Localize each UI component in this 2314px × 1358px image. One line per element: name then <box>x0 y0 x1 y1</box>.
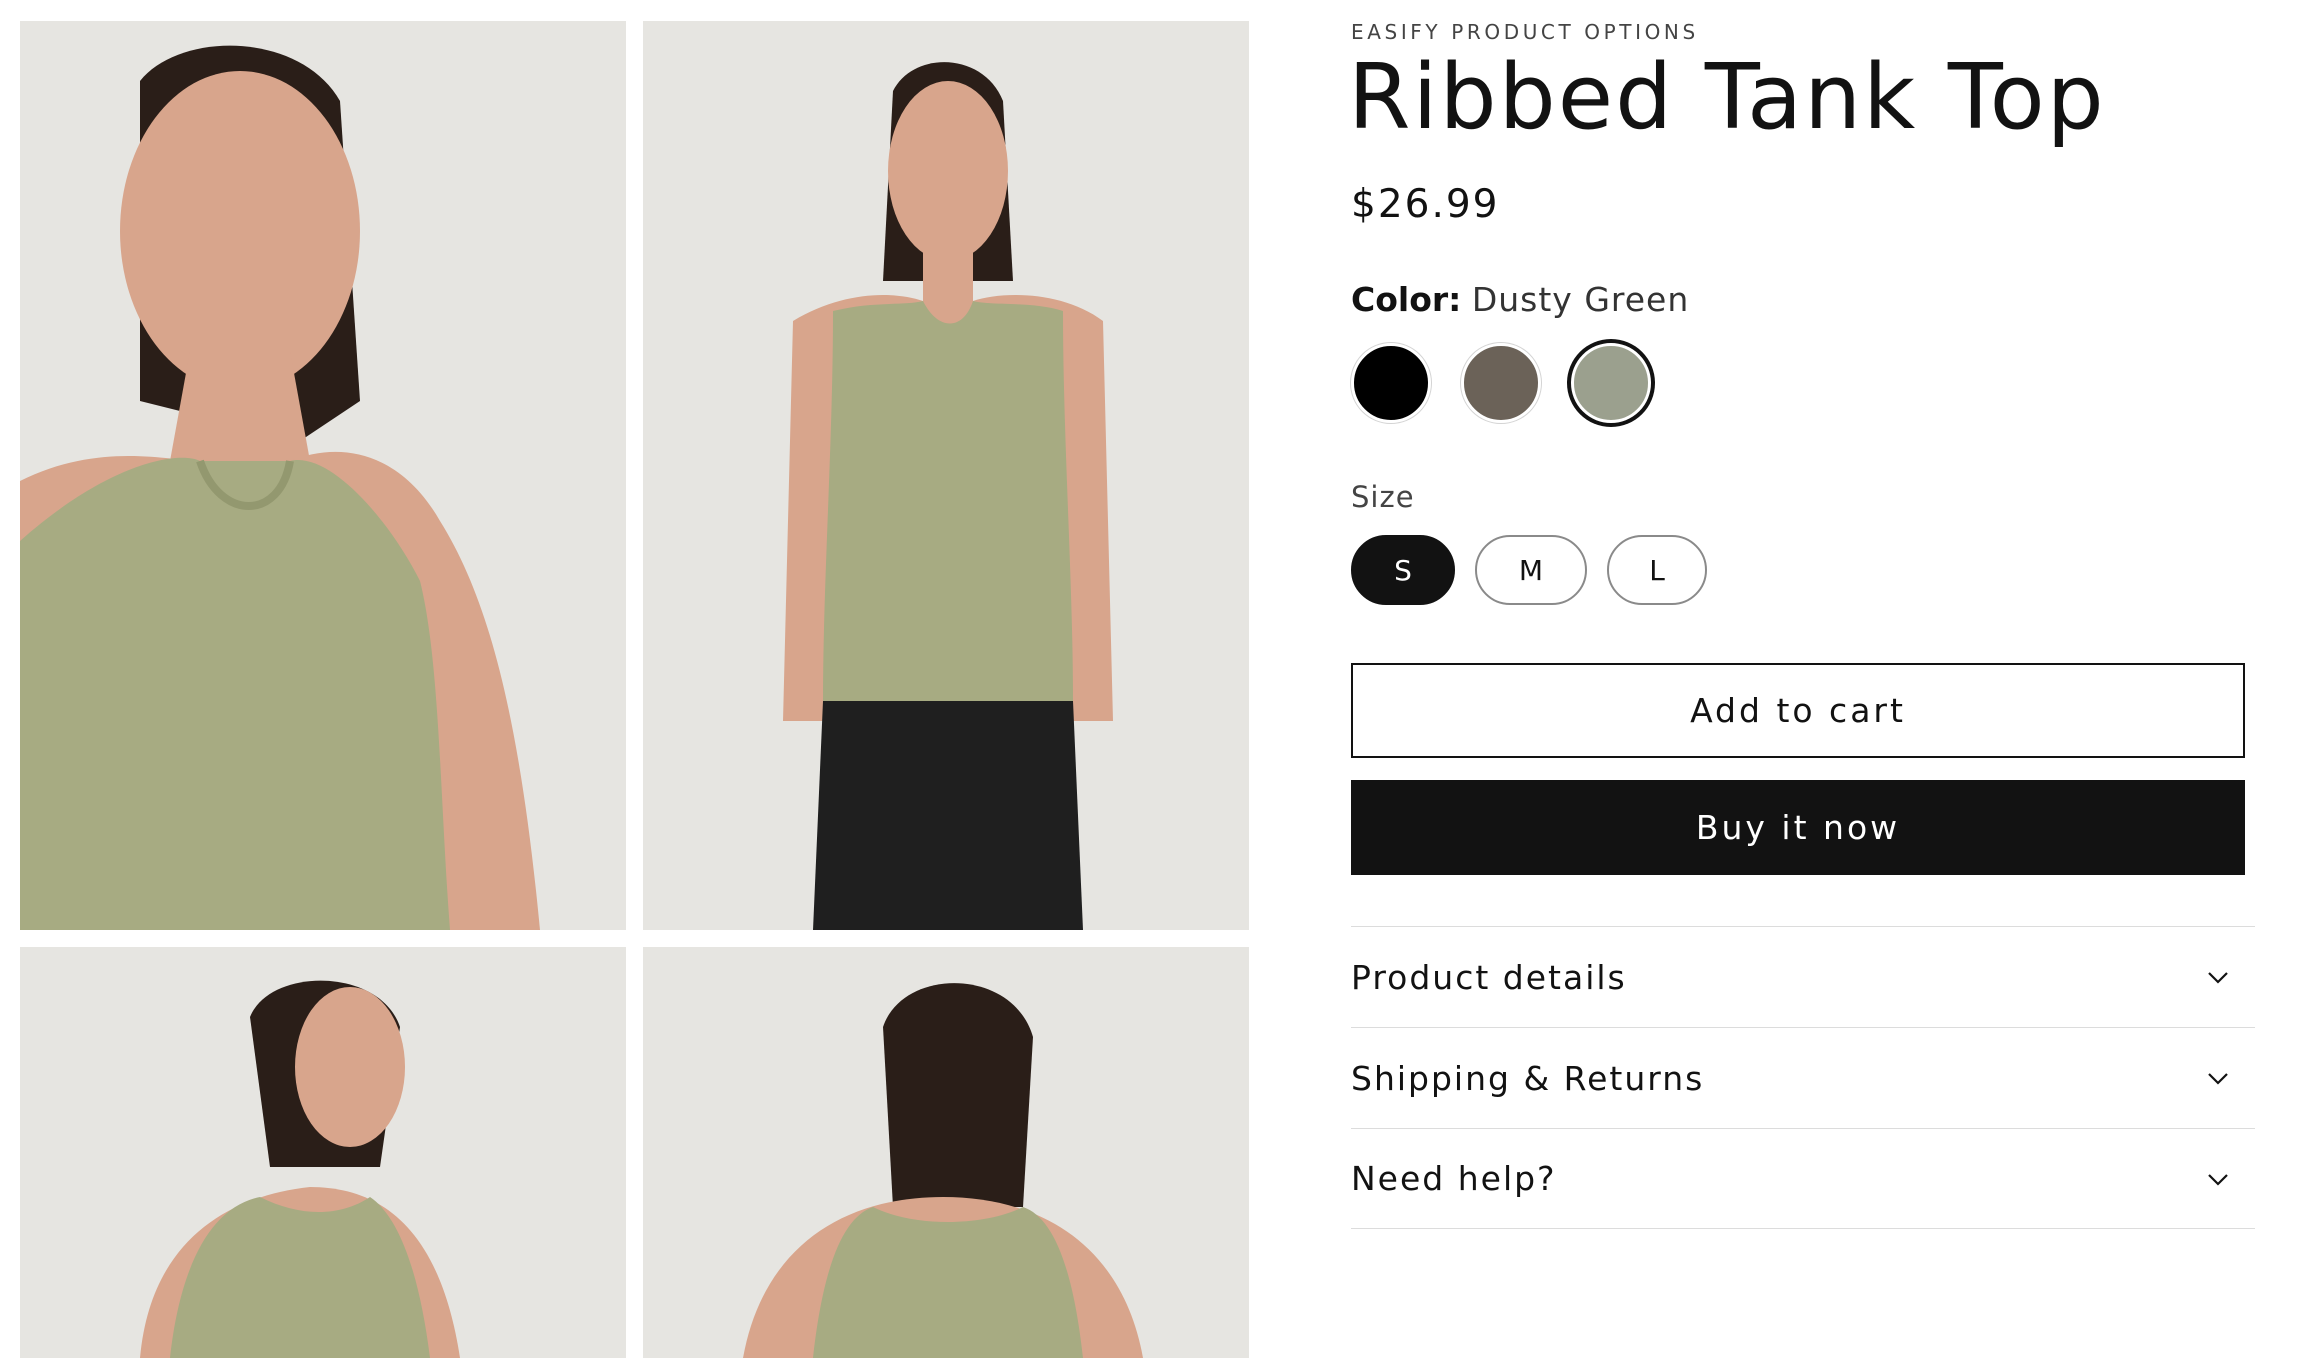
product-accordion: Product details Shipping & Returns Need … <box>1351 926 2255 1229</box>
color-swatch-dusty-green[interactable] <box>1571 343 1651 423</box>
product-image-side[interactable] <box>20 947 626 1358</box>
accordion-need-help[interactable]: Need help? <box>1351 1128 2255 1229</box>
color-swatch-black[interactable] <box>1351 343 1431 423</box>
product-title: Ribbed Tank Top <box>1348 45 2106 150</box>
color-swatch-brown[interactable] <box>1461 343 1541 423</box>
product-image-full-front[interactable] <box>643 21 1249 930</box>
accordion-product-details[interactable]: Product details <box>1351 926 2255 1027</box>
size-option-label: Size <box>1351 480 1415 514</box>
size-option-m[interactable]: M <box>1475 535 1587 605</box>
product-gallery <box>0 0 1260 1358</box>
product-image-back[interactable] <box>643 947 1249 1358</box>
accordion-label: Shipping & Returns <box>1351 1058 1705 1098</box>
color-selected-value: Dusty Green <box>1471 280 1690 319</box>
color-option-label: Color: Dusty Green <box>1351 280 1689 319</box>
chevron-down-icon <box>2208 972 2228 984</box>
size-option-s[interactable]: S <box>1351 535 1455 605</box>
chevron-down-icon <box>2208 1173 2228 1186</box>
accordion-label: Product details <box>1351 957 1627 997</box>
size-option-l[interactable]: L <box>1607 535 1707 605</box>
vendor-label: EASIFY PRODUCT OPTIONS <box>1351 20 1699 44</box>
product-price: $26.99 <box>1351 182 1500 227</box>
add-to-cart-button[interactable]: Add to cart <box>1351 663 2245 758</box>
color-swatches <box>1351 343 1651 423</box>
color-label-key: Color: <box>1351 280 1462 319</box>
buy-now-button[interactable]: Buy it now <box>1351 780 2245 875</box>
chevron-down-icon <box>2208 1073 2228 1085</box>
size-options: S M L <box>1351 535 1707 605</box>
accordion-label: Need help? <box>1351 1159 1557 1198</box>
accordion-shipping-returns[interactable]: Shipping & Returns <box>1351 1027 2255 1128</box>
product-image-closeup[interactable] <box>20 21 626 930</box>
